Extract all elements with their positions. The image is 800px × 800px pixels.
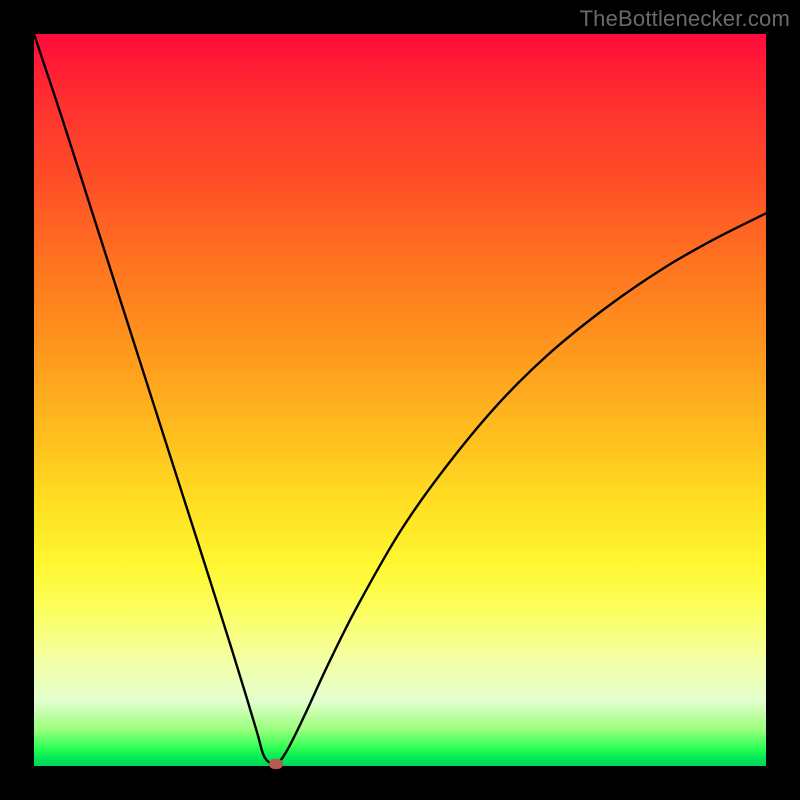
plot-area xyxy=(34,34,766,766)
watermark-label: TheBottlenecker.com xyxy=(580,6,790,32)
chart-frame: TheBottlenecker.com xyxy=(0,0,800,800)
optimum-marker xyxy=(269,759,283,769)
bottleneck-curve xyxy=(34,34,766,766)
